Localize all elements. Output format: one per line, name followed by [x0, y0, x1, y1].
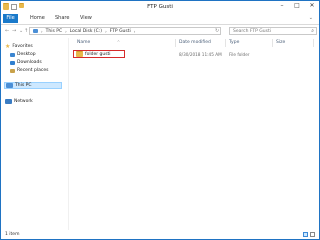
- address-bar-row: ← → ⌄ ↑ › This PC › Local Disk (C:) › FT…: [1, 25, 319, 38]
- details-view-icon[interactable]: [303, 232, 308, 237]
- computer-icon: [6, 83, 13, 88]
- navigation-pane: ★ Favorites Desktop Downloads Recent pla…: [1, 38, 67, 230]
- view-switcher: [303, 232, 315, 237]
- nav-desktop-label: Desktop: [17, 52, 36, 57]
- window-title: FTP Gusti: [147, 4, 173, 10]
- search-input[interactable]: Search FTP Gusti ⌕: [229, 27, 317, 35]
- up-arrow-icon[interactable]: ↑: [24, 28, 28, 34]
- nav-this-pc[interactable]: This PC: [4, 82, 62, 89]
- close-button[interactable]: ✕: [305, 1, 319, 11]
- large-icons-view-icon[interactable]: [310, 232, 315, 237]
- maximize-button[interactable]: □: [290, 1, 304, 11]
- column-header-date[interactable]: Date modified: [179, 39, 211, 47]
- ribbon-tabs: File Home Share View ⌄: [1, 13, 319, 25]
- nav-favorites-label: Favorites: [12, 44, 33, 49]
- file-name: folder gusti: [85, 51, 111, 57]
- table-row[interactable]: folder gusti: [73, 50, 125, 58]
- desktop-icon: [10, 52, 15, 57]
- nav-network[interactable]: Network: [5, 98, 33, 105]
- column-divider[interactable]: [313, 39, 314, 47]
- nav-this-pc-label: This PC: [15, 83, 32, 88]
- column-header-name[interactable]: Name ^: [77, 39, 120, 47]
- file-list: Name ^ Date modified Type Size folder gu…: [68, 38, 319, 230]
- item-count: 1 item: [5, 232, 20, 237]
- network-icon: [5, 99, 12, 104]
- column-divider[interactable]: [175, 39, 176, 47]
- breadcrumb-this-pc[interactable]: This PC: [46, 29, 62, 34]
- nav-favorites[interactable]: ★ Favorites: [5, 43, 33, 50]
- star-icon: ★: [5, 43, 11, 50]
- tab-file[interactable]: File: [3, 14, 18, 23]
- file-date: 8/30/2018 11:45 AM: [179, 52, 222, 57]
- file-type: File folder: [229, 52, 250, 57]
- title-bar: FTP Gusti – □ ✕: [1, 1, 319, 13]
- column-divider[interactable]: [272, 39, 273, 47]
- column-name-label: Name: [77, 40, 91, 45]
- search-icon[interactable]: ⌕: [311, 28, 314, 35]
- nav-desktop[interactable]: Desktop: [10, 51, 36, 58]
- status-bar: 1 item: [1, 230, 319, 239]
- tab-view[interactable]: View: [76, 14, 96, 23]
- breadcrumb-ftp-gusti[interactable]: FTP Gusti: [110, 29, 131, 34]
- chevron-right-icon: ›: [105, 28, 107, 34]
- expand-ribbon-icon[interactable]: ⌄: [305, 14, 317, 23]
- computer-icon: [33, 29, 38, 33]
- explorer-window: FTP Gusti – □ ✕ File Home Share View ⌄ ←…: [0, 0, 320, 240]
- folder-icon: [76, 51, 83, 57]
- nav-network-label: Network: [14, 99, 33, 104]
- chevron-right-icon: ›: [65, 28, 67, 34]
- column-header-size[interactable]: Size: [276, 39, 285, 47]
- recent-dropdown-icon[interactable]: ⌄: [19, 28, 23, 34]
- breadcrumb-local-disk[interactable]: Local Disk (C:): [70, 29, 102, 34]
- nav-downloads-label: Downloads: [17, 60, 42, 65]
- minimize-button[interactable]: –: [275, 1, 289, 11]
- chevron-right-icon: ›: [133, 28, 136, 34]
- back-arrow-icon[interactable]: ←: [5, 28, 9, 34]
- recent-places-icon: [10, 68, 15, 73]
- nav-recent-label: Recent places: [17, 68, 49, 73]
- nav-recent[interactable]: Recent places: [10, 67, 48, 74]
- refresh-icon[interactable]: ↻: [215, 28, 219, 34]
- tab-share[interactable]: Share: [51, 14, 73, 23]
- column-divider[interactable]: [225, 39, 226, 47]
- download-icon: [10, 60, 15, 65]
- tab-home[interactable]: Home: [26, 14, 49, 23]
- sort-ascending-icon: ^: [117, 40, 120, 44]
- forward-arrow-icon[interactable]: →: [12, 28, 16, 34]
- search-placeholder: Search FTP Gusti: [233, 29, 271, 34]
- column-header-type[interactable]: Type: [229, 39, 239, 47]
- address-field[interactable]: › This PC › Local Disk (C:) › FTP Gusti …: [29, 27, 221, 35]
- chevron-right-icon: ›: [41, 28, 43, 34]
- nav-downloads[interactable]: Downloads: [10, 59, 42, 66]
